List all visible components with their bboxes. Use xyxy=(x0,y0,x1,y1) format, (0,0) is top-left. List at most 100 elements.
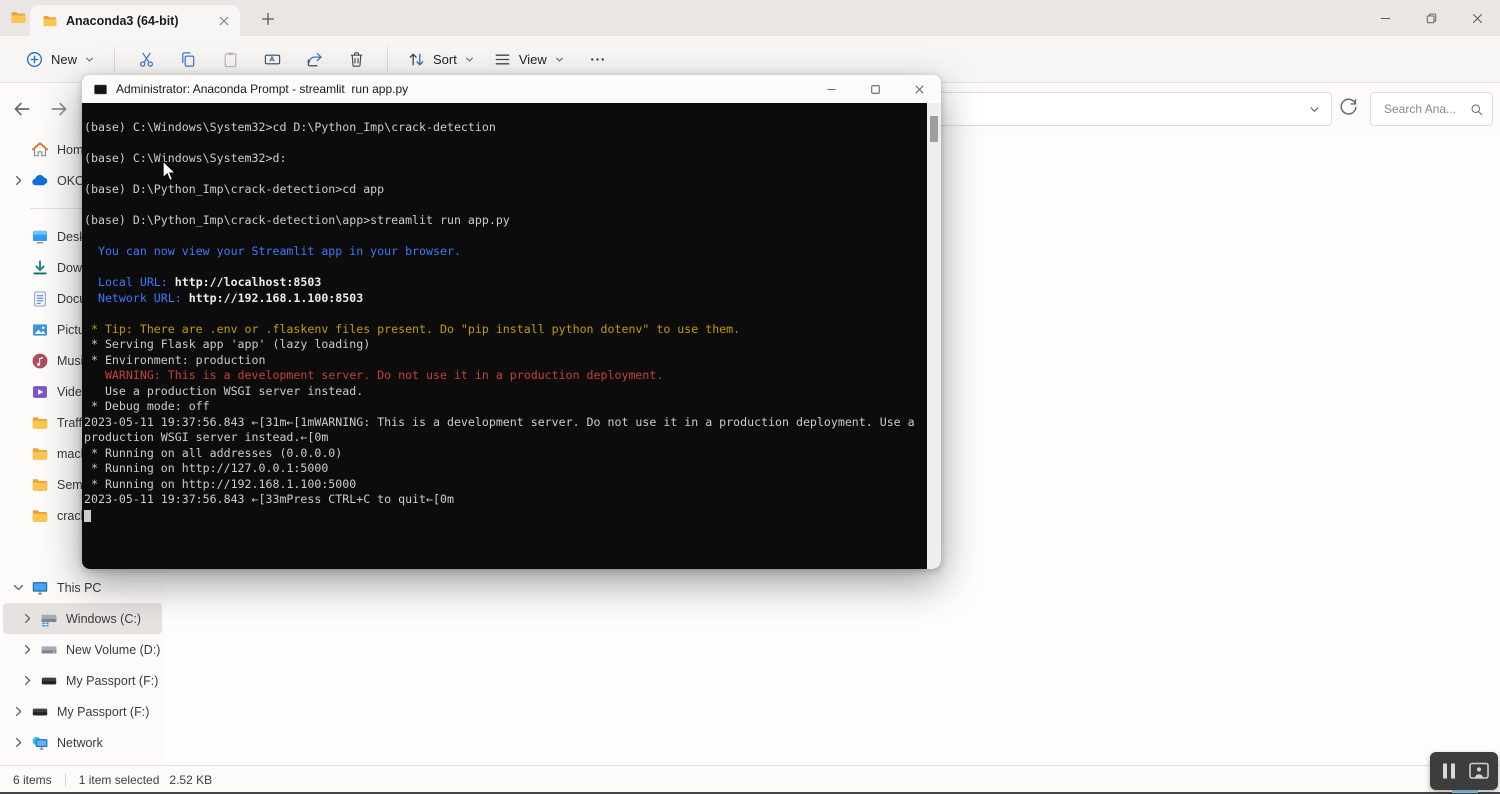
terminal-line: * Serving Flask app 'app' (lazy loading) xyxy=(84,337,371,351)
sidebar-thispc-list: This PC Windows (C:) New Volume (D:) My Pas… xyxy=(0,572,165,758)
chevron-right-icon[interactable] xyxy=(20,611,39,627)
close-button[interactable] xyxy=(1454,0,1500,36)
chevron-down-icon xyxy=(84,54,95,65)
view-icon xyxy=(493,50,512,69)
terminal-line: 2023-05-11 19:37:56.843 ←[33mPress CTRL+… xyxy=(84,492,454,506)
back-button[interactable] xyxy=(11,98,33,120)
terminal-minimize-button[interactable] xyxy=(809,75,853,103)
search-input[interactable] xyxy=(1382,101,1469,117)
selection-count: 1 item selected xyxy=(78,773,160,787)
explorer-tab-bar: Anaconda3 (64-bit) xyxy=(0,0,1500,36)
minimize-button[interactable] xyxy=(1362,0,1408,36)
sidebar-item-new-volume-d[interactable]: New Volume (D:) xyxy=(3,634,162,665)
forward-button[interactable] xyxy=(48,98,70,120)
terminal-line: Network URL: http://192.168.1.100:8503 xyxy=(84,290,364,305)
status-bar: 6 items 1 item selected 2.52 KB xyxy=(0,765,1500,794)
address-dropdown-icon[interactable] xyxy=(1308,103,1321,116)
folder-icon xyxy=(31,476,49,494)
terminal-body: (base) C:\Windows\System32>cd D:\Python_… xyxy=(82,103,941,569)
chevron-right-icon[interactable] xyxy=(20,642,39,658)
terminal-title-bar[interactable]: Administrator: Anaconda Prompt - streaml… xyxy=(82,75,941,103)
status-divider xyxy=(64,773,66,787)
onedrive-icon xyxy=(31,172,49,190)
tab-folder-icon xyxy=(42,13,58,29)
windows-drive-icon xyxy=(40,610,58,628)
terminal-scrollbar[interactable] xyxy=(927,103,941,569)
sidebar-item-label: Network xyxy=(57,735,103,750)
videos-icon xyxy=(31,383,49,401)
sidebar-item-label: Windows (C:) xyxy=(66,611,142,626)
delete-button[interactable] xyxy=(335,42,377,76)
copy-icon xyxy=(179,50,198,69)
sidebar-item-windows-c[interactable]: Windows (C:) xyxy=(3,603,162,634)
terminal-maximize-button[interactable] xyxy=(853,75,897,103)
chevron-right-icon[interactable] xyxy=(20,673,39,689)
toolbar-divider xyxy=(387,47,389,71)
chevron-right-icon[interactable] xyxy=(11,735,30,751)
new-button[interactable]: New xyxy=(16,42,104,76)
paste-button[interactable] xyxy=(209,42,251,76)
terminal-app-icon xyxy=(93,82,108,97)
tab-close-icon[interactable] xyxy=(216,13,232,29)
search-box[interactable] xyxy=(1370,92,1493,126)
chevron-down-icon xyxy=(554,54,565,65)
pictures-icon xyxy=(31,321,49,339)
recording-overlay xyxy=(1430,752,1498,790)
downloads-icon xyxy=(31,259,49,277)
pause-button[interactable] xyxy=(1437,759,1461,783)
toolbar-divider xyxy=(114,47,116,71)
see-more-button[interactable] xyxy=(580,42,616,76)
explorer-tab[interactable]: Anaconda3 (64-bit) xyxy=(30,5,240,36)
restore-button[interactable] xyxy=(1408,0,1454,36)
share-button[interactable] xyxy=(293,42,335,76)
music-icon xyxy=(31,352,49,370)
new-tab-button[interactable] xyxy=(258,9,278,29)
screen: Anaconda3 (64-bit) New Sort View Search … xyxy=(0,0,1500,794)
drive-dark-icon xyxy=(31,703,49,721)
terminal-line xyxy=(84,508,925,525)
sidebar-item-label: My Passport (F:) xyxy=(57,704,150,719)
terminal-line: * Running on all addresses (0.0.0.0) xyxy=(84,445,343,460)
network-icon xyxy=(31,734,49,752)
folder-icon xyxy=(31,414,49,432)
drive-dark-icon xyxy=(40,672,58,690)
copy-button[interactable] xyxy=(167,42,209,76)
view-button[interactable]: View xyxy=(484,42,574,76)
terminal-line: (base) D:\Python_Imp\crack-detection>cd … xyxy=(84,182,385,196)
chevron-down-icon[interactable] xyxy=(11,580,30,596)
refresh-button[interactable] xyxy=(1338,97,1359,118)
rename-icon xyxy=(263,50,282,69)
chevron-right-icon[interactable] xyxy=(11,173,30,189)
terminal-scrollbar-thumb[interactable] xyxy=(930,116,938,142)
sidebar-item-this-pc[interactable]: This PC xyxy=(3,572,162,603)
sidebar-item-network[interactable]: Network xyxy=(3,727,162,758)
terminal-line: (base) C:\Windows\System32>d: xyxy=(84,151,287,165)
chevron-down-icon xyxy=(464,54,475,65)
terminal-line: * Running on http://127.0.0.1:5000 xyxy=(84,461,329,475)
terminal-line: Local URL: http://localhost:8503 xyxy=(84,275,322,289)
webcam-button[interactable] xyxy=(1467,759,1491,783)
chevron-right-icon[interactable] xyxy=(11,704,30,720)
sidebar-item-my-passport-f[interactable]: My Passport (F:) xyxy=(3,665,162,696)
tab-title: Anaconda3 (64-bit) xyxy=(66,13,179,28)
cut-button[interactable] xyxy=(125,42,167,76)
rename-button[interactable] xyxy=(251,42,293,76)
terminal-close-button[interactable] xyxy=(897,75,941,103)
share-icon xyxy=(305,50,324,69)
documents-icon xyxy=(31,290,49,308)
sidebar-item-my-passport-f[interactable]: My Passport (F:) xyxy=(3,696,162,727)
terminal-line: * Tip: There are .env or .flaskenv files… xyxy=(84,321,741,336)
sort-button[interactable]: Sort xyxy=(398,42,484,76)
selection-size: 2.52 KB xyxy=(169,773,213,787)
paste-icon xyxy=(221,50,240,69)
